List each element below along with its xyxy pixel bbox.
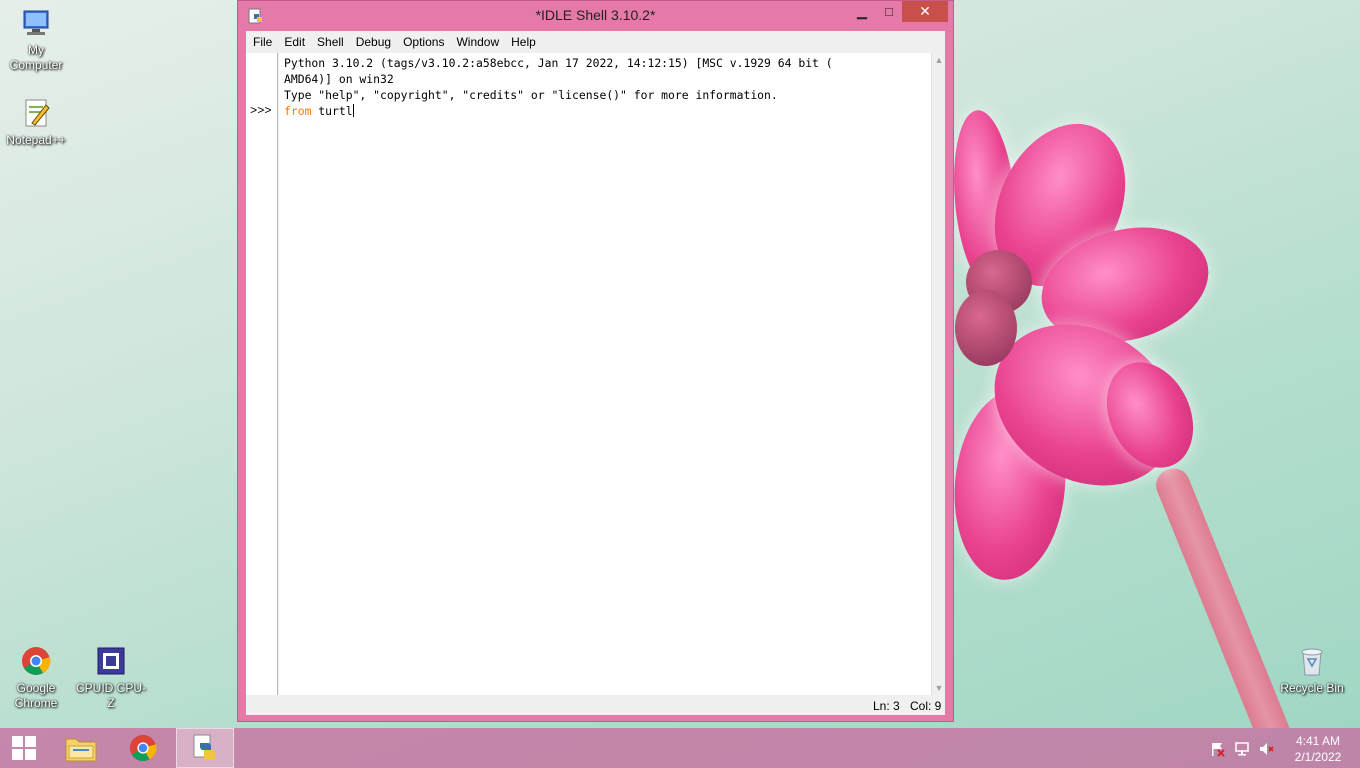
desktop-icon-label: Notepad++ <box>6 133 66 147</box>
menu-debug[interactable]: Debug <box>350 32 397 52</box>
taskbar-google-chrome[interactable] <box>114 728 172 768</box>
desktop-icon-cpu-z[interactable]: CPUID CPU-Z <box>75 644 147 711</box>
desktop-icon-label: My Computer <box>9 43 63 72</box>
input-text: turtl <box>311 104 353 118</box>
system-clock[interactable]: 4:41 AM 2/1/2022 <box>1286 733 1350 765</box>
banner-line: AMD64)] on win32 <box>284 72 394 86</box>
vertical-scrollbar[interactable]: ▲ ▼ <box>931 53 945 695</box>
clock-date: 2/1/2022 <box>1294 750 1342 764</box>
python-icon <box>193 734 215 760</box>
network-icon[interactable] <box>1233 740 1251 758</box>
text-cursor <box>352 104 354 117</box>
scroll-up-icon[interactable]: ▲ <box>932 53 946 67</box>
volume-muted-icon[interactable] <box>1257 740 1275 758</box>
window-titlebar[interactable]: *IDLE Shell 3.10.2* ▁ □ ✕ <box>238 1 953 31</box>
scroll-down-icon[interactable]: ▼ <box>932 681 946 695</box>
shell-prompt: >>> <box>250 104 272 118</box>
menu-window[interactable]: Window <box>450 32 505 52</box>
status-bar: Ln: 3 Col: 9 <box>246 695 945 715</box>
close-button[interactable]: ✕ <box>902 1 948 22</box>
action-center-flag-icon[interactable] <box>1208 740 1226 758</box>
window-client-area: File Edit Shell Debug Options Window Hel… <box>246 31 945 715</box>
flower-bud <box>955 290 1017 366</box>
taskbar: 4:41 AM 2/1/2022 <box>0 728 1360 768</box>
shell-text-area[interactable]: Python 3.10.2 (tags/v3.10.2:a58ebcc, Jan… <box>279 53 931 695</box>
menu-file[interactable]: File <box>246 32 278 52</box>
chrome-icon <box>129 734 157 762</box>
windows-logo-icon <box>12 736 36 760</box>
taskbar-file-explorer[interactable] <box>52 728 110 768</box>
notepad-plus-plus-icon <box>19 96 53 130</box>
desktop-icon-recycle-bin[interactable]: Recycle Bin <box>1276 644 1348 696</box>
maximize-button[interactable]: □ <box>876 1 902 22</box>
input-line[interactable]: from turtl <box>284 103 931 119</box>
desktop-icon-label: CPUID CPU-Z <box>75 681 146 710</box>
desktop-icon-label: Google Chrome <box>14 681 58 710</box>
banner-line: Python 3.10.2 (tags/v3.10.2:a58ebcc, Jan… <box>284 56 833 70</box>
cpu-z-icon <box>94 644 128 678</box>
chrome-icon <box>19 644 53 678</box>
banner-line: Type "help", "copyright", "credits" or "… <box>284 88 778 102</box>
close-icon: ✕ <box>919 3 931 19</box>
idle-shell-window: *IDLE Shell 3.10.2* ▁ □ ✕ File Edit Shel… <box>237 0 954 722</box>
recycle-bin-icon <box>1295 644 1329 678</box>
taskbar-python-idle[interactable] <box>176 728 234 768</box>
desktop-icon-google-chrome[interactable]: Google Chrome <box>0 644 72 711</box>
maximize-icon: □ <box>885 4 893 19</box>
desktop-icon-label: Recycle Bin <box>1280 681 1344 695</box>
desktop-icon-notepad-plus-plus[interactable]: Notepad++ <box>0 96 72 148</box>
status-column-number: Col: 9 <box>910 699 942 713</box>
menu-options[interactable]: Options <box>397 32 450 52</box>
menu-edit[interactable]: Edit <box>278 32 311 52</box>
status-line-number: Ln: 3 <box>873 699 900 713</box>
computer-icon <box>19 6 53 40</box>
menu-bar: File Edit Shell Debug Options Window Hel… <box>246 31 945 52</box>
minimize-icon: ▁ <box>857 3 867 19</box>
desktop-icon-my-computer[interactable]: My Computer <box>0 6 72 73</box>
keyword-from: from <box>284 104 312 118</box>
menu-help[interactable]: Help <box>505 32 542 52</box>
clock-time: 4:41 AM <box>1295 734 1341 748</box>
menu-shell[interactable]: Shell <box>311 32 350 52</box>
folder-icon <box>65 738 97 762</box>
start-button[interactable] <box>0 728 48 768</box>
prompt-gutter: >>> <box>246 53 278 695</box>
window-title: *IDLE Shell 3.10.2* <box>535 7 656 23</box>
minimize-button[interactable]: ▁ <box>848 1 876 22</box>
